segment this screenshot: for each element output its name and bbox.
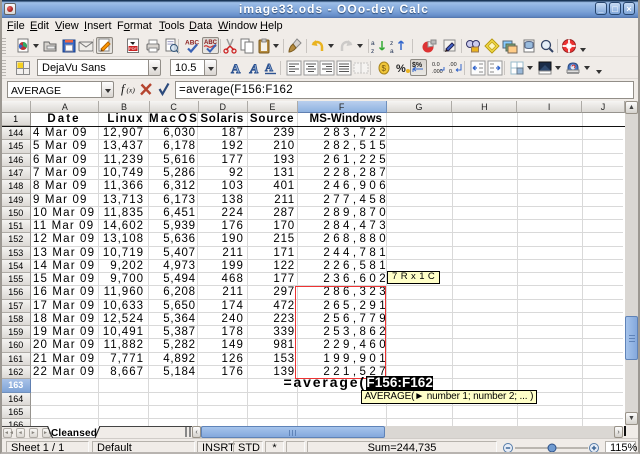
svg-text:a: a: [390, 48, 394, 54]
svg-text:A: A: [231, 61, 241, 76]
svg-text:(x): (x): [127, 86, 136, 95]
svg-text:.00: .00: [449, 62, 457, 68]
svg-text:z: z: [371, 48, 374, 54]
svg-text:0.: 0.: [449, 69, 454, 75]
svg-text:A: A: [249, 61, 259, 76]
svg-text:a: a: [371, 40, 375, 47]
svg-text:$: $: [382, 64, 387, 73]
svg-text:A: A: [265, 62, 273, 74]
svg-text:f: f: [121, 82, 126, 96]
svg-text:z: z: [390, 40, 393, 47]
svg-text:PDF: PDF: [129, 46, 138, 51]
svg-text:0.0: 0.0: [432, 62, 440, 68]
svg-text:$%: $%: [412, 62, 423, 69]
svg-text:%: %: [396, 63, 406, 75]
